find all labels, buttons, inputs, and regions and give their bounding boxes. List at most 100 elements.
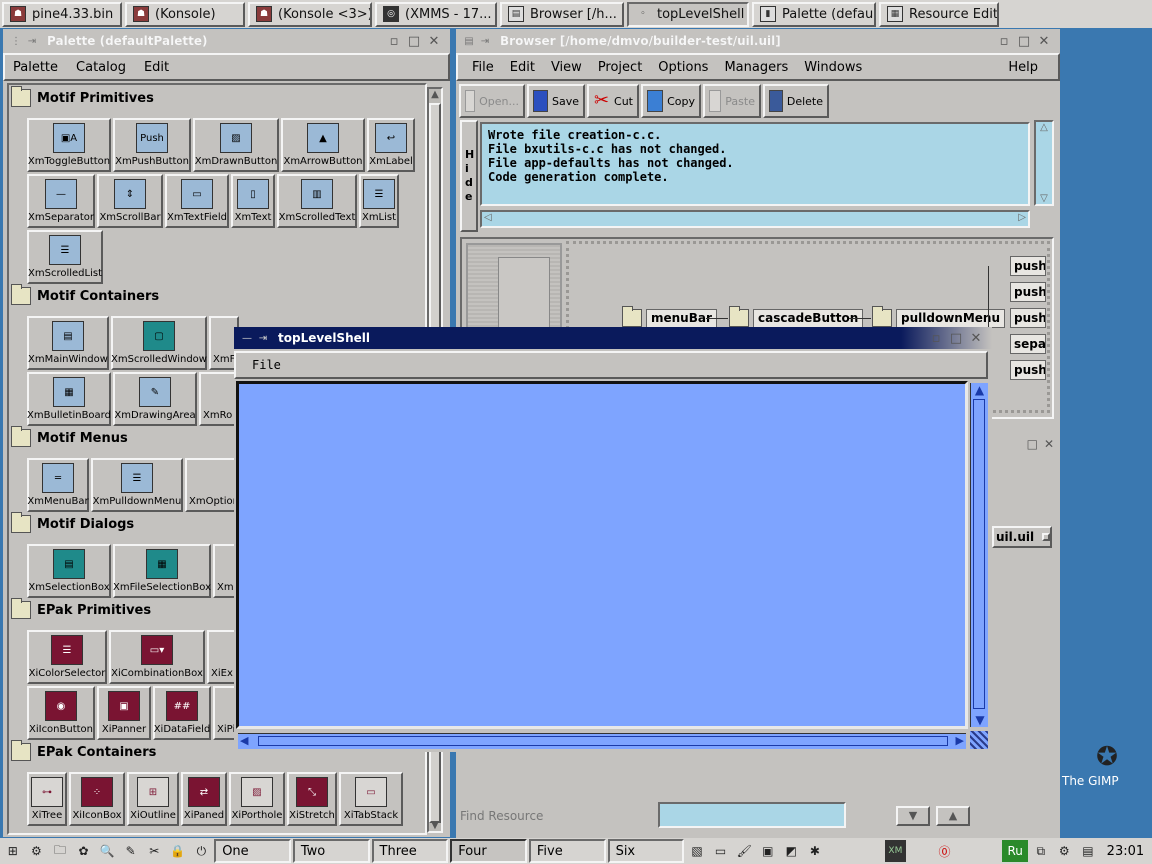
task-browser[interactable]: ▤ Browser [/h... <box>500 1 624 27</box>
palette-item-xmseparator[interactable]: — XmSeparator <box>27 174 95 228</box>
tree-leaf-push[interactable]: push <box>1010 282 1046 302</box>
palette-item-xitree[interactable]: ⊶ XiTree <box>27 772 67 826</box>
paste-button[interactable]: Paste <box>703 84 761 118</box>
gimp-launcher-icon[interactable]: ✱ <box>804 840 826 862</box>
tools-icon[interactable]: ✂ <box>143 840 165 862</box>
task-toplevelshell[interactable]: ◦ topLevelShell <box>627 1 749 27</box>
menu-options[interactable]: Options <box>650 60 716 75</box>
palette-item-xmarrowbutton[interactable]: ▲ XmArrowButton <box>281 118 365 172</box>
palette-item-xmdrawnbutton[interactable]: ▨ XmDrawnButton <box>193 118 279 172</box>
menu-file[interactable]: File <box>464 60 502 75</box>
palette-item-xmscrolledtext[interactable]: ▥ XmScrolledText <box>277 174 357 228</box>
network-icon[interactable]: ⧉ <box>1030 840 1052 862</box>
window-menu-icon[interactable]: — <box>240 333 254 344</box>
maximize-icon[interactable]: □ <box>1014 34 1034 49</box>
editor-icon[interactable]: ◩ <box>781 840 803 862</box>
scroll-thumb[interactable] <box>973 399 985 709</box>
tree-node-pulldownmenu[interactable]: pulldownMenu <box>872 306 1005 328</box>
palette-item-xmpulldownmenu[interactable]: ☰ XmPulldownMenu <box>91 458 183 512</box>
minimize-icon[interactable]: ▫ <box>994 34 1014 49</box>
cut-button[interactable]: ✂ Cut <box>587 84 639 118</box>
disk-icon[interactable]: ▭ <box>710 840 732 862</box>
pin-icon[interactable]: ⇥ <box>25 36 39 47</box>
tree-leaf-separator[interactable]: separ <box>1010 334 1046 354</box>
desktop-two[interactable]: Two <box>292 839 370 863</box>
palette-item-xmmainwindow[interactable]: ▤ XmMainWindow <box>27 316 109 370</box>
palette-item-xiiconbox[interactable]: ⁘ XiIconBox <box>69 772 125 826</box>
category-motif-containers[interactable]: Motif Containers <box>11 284 423 307</box>
minimize-icon[interactable]: ▫ <box>926 331 946 346</box>
palette-item-xiporthole[interactable]: ▨ XiPorthole <box>229 772 285 826</box>
menu-project[interactable]: Project <box>590 60 650 75</box>
lock-icon[interactable]: 🔒 <box>167 840 189 862</box>
desktop-four[interactable]: Four <box>450 839 527 863</box>
search-icon[interactable]: 🔍 <box>96 840 118 862</box>
palette-item-xistretch[interactable]: ⤡ XiStretch <box>287 772 337 826</box>
scroll-left-icon[interactable]: ◀ <box>240 734 248 747</box>
find-resource-input[interactable] <box>658 802 846 828</box>
palette-item-xmlist[interactable]: ☰ XmList <box>359 174 399 228</box>
save-button[interactable]: Save <box>527 84 585 118</box>
palette-item-xmoption[interactable]: XmOption <box>185 458 239 512</box>
clipboard-icon[interactable]: ▤ <box>1077 840 1099 862</box>
scroll-up-icon[interactable]: ▲ <box>429 89 441 100</box>
tree-node-cascadebutton[interactable]: cascadeButton <box>729 306 864 328</box>
gear-icon[interactable]: ⚙ <box>1054 840 1076 862</box>
delete-button[interactable]: Delete <box>763 84 829 118</box>
find-next-button[interactable]: ▼ <box>896 806 930 826</box>
shell-vscroll[interactable]: ▲ ▼ <box>970 383 988 727</box>
palette-item-xicolorselector[interactable]: ☰ XiColorSelector <box>27 630 107 684</box>
hide-button[interactable]: Hide <box>460 120 478 232</box>
palette-item-xmscrolledlist[interactable]: ☰ XmScrolledList <box>27 230 103 284</box>
terminal-icon[interactable]: ▣ <box>757 840 779 862</box>
palette-item-xmtext[interactable]: ▯ XmText <box>231 174 275 228</box>
keyboard-layout-indicator[interactable]: Ru <box>1002 840 1028 862</box>
message-vscroll[interactable]: △ ▽ <box>1034 120 1054 206</box>
close-icon[interactable]: ✕ <box>1044 437 1054 451</box>
desktop-one[interactable]: One <box>214 839 291 863</box>
palette-item-xioutline[interactable]: ⊞ XiOutline <box>127 772 179 826</box>
shell-hscroll[interactable]: ◀ ▶ <box>238 733 966 749</box>
settings-icon[interactable]: ✿ <box>73 840 95 862</box>
tree-leaf-push[interactable]: push <box>1010 256 1046 276</box>
palette-item-xmmenubar[interactable]: ═ XmMenuBar <box>27 458 89 512</box>
gimp-desktop-icon[interactable]: ✪ The GIMP <box>1062 740 1152 800</box>
pin-icon[interactable]: ⇥ <box>256 333 270 344</box>
scroll-right-icon[interactable]: ▶ <box>956 734 964 747</box>
browser-titlebar[interactable]: ▤ ⇥ Browser [/home/dmvo/builder-test/uil… <box>456 29 1060 53</box>
scroll-left-icon[interactable]: ◁ <box>484 212 492 223</box>
scroll-up-icon[interactable]: △ <box>1036 122 1052 133</box>
palette-item-xmdrawingarea[interactable]: ✎ XmDrawingArea <box>113 372 197 426</box>
resize-grip[interactable] <box>970 731 988 749</box>
palette-item-xmtextfield[interactable]: ▭ XmTextField <box>165 174 229 228</box>
kde-menu-icon[interactable]: ⚙ <box>26 840 48 862</box>
task-palette[interactable]: ▮ Palette (defau... <box>752 1 876 27</box>
message-hscroll[interactable]: ◁ ▷ <box>480 210 1030 228</box>
window-menu-icon[interactable]: ▤ <box>462 36 476 47</box>
menu-help[interactable]: Help <box>988 60 1058 75</box>
menu-windows[interactable]: Windows <box>796 60 870 75</box>
menu-edit[interactable]: Edit <box>502 60 543 75</box>
menu-managers[interactable]: Managers <box>716 60 796 75</box>
task-resource-editor[interactable]: ▦Resource Edit... <box>879 1 999 27</box>
launcher-icon[interactable]: ⊞ <box>2 840 24 862</box>
palette-item-xipanner[interactable]: ▣ XiPanner <box>97 686 151 740</box>
scroll-thumb[interactable] <box>258 736 948 746</box>
palette-titlebar[interactable]: ⋮ ⇥ Palette (defaultPalette) ▫ □ ✕ <box>3 29 450 53</box>
uil-file-option[interactable]: uil.uil <box>992 526 1052 548</box>
palette-item-xmselectionbox[interactable]: ▤ XmSelectionBox <box>27 544 111 598</box>
find-prev-button[interactable]: ▲ <box>936 806 970 826</box>
xmms-applet-icon[interactable]: XM <box>884 840 907 862</box>
tree-leaf-push[interactable]: push <box>1010 360 1046 380</box>
task-pine[interactable]: ☗ pine4.33.bin <box>2 1 122 27</box>
copy-button[interactable]: Copy <box>641 84 701 118</box>
palette-item-xmpushbutton[interactable]: Push XmPushButton <box>113 118 191 172</box>
window-menu-icon[interactable]: ⋮ <box>9 36 23 47</box>
desktop-five[interactable]: Five <box>528 839 606 863</box>
palette-item-xitabstack[interactable]: ▭ XiTabStack <box>339 772 403 826</box>
close-icon[interactable]: ✕ <box>1034 34 1054 49</box>
menu-file[interactable]: File <box>248 358 285 372</box>
home-folder-icon[interactable]: 🗀 <box>49 840 71 862</box>
close-icon[interactable]: ✕ <box>966 331 986 346</box>
notes-icon[interactable]: ✎ <box>120 840 142 862</box>
